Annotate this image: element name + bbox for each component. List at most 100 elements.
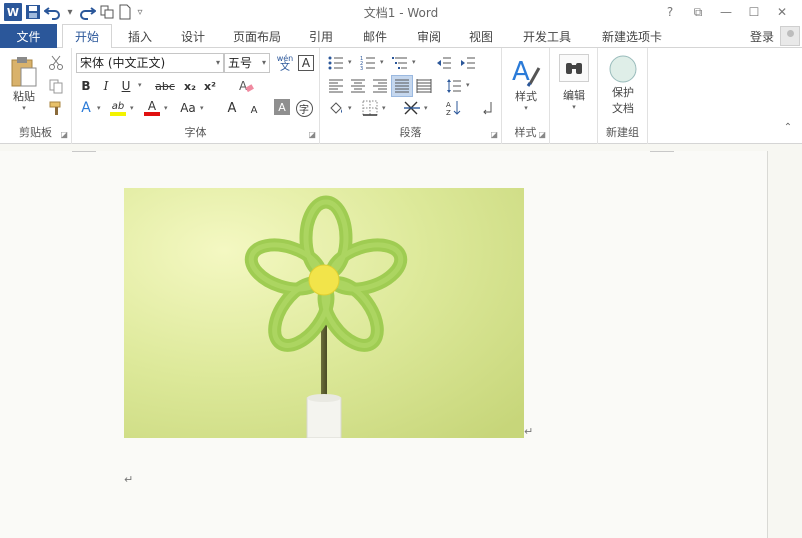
strikethrough-button[interactable]: abc <box>152 76 178 96</box>
chinese-layout-icon[interactable] <box>402 98 422 118</box>
increase-indent-icon[interactable] <box>458 53 478 73</box>
highlight-button[interactable]: ab <box>108 98 128 118</box>
flower-image[interactable] <box>124 188 524 438</box>
font-size-dropdown-icon[interactable]: ▾ <box>262 54 266 72</box>
align-right-icon[interactable] <box>370 76 390 96</box>
highlight-dropdown-icon[interactable]: ▾ <box>130 104 134 112</box>
tab-view[interactable]: 视图 <box>458 24 504 48</box>
styles-button[interactable]: A 样式 ▾ <box>508 54 544 112</box>
tab-review[interactable]: 审阅 <box>406 24 452 48</box>
editing-button[interactable]: 编辑 ▾ <box>556 54 592 111</box>
phonetic-guide-button[interactable]: wén 文 <box>275 53 295 73</box>
collapse-ribbon-icon[interactable]: ⌃ <box>778 117 798 137</box>
format-painter-icon[interactable] <box>46 98 66 118</box>
font-size-combo[interactable]: 五号 ▾ <box>224 53 270 73</box>
copy-icon[interactable] <box>46 76 66 96</box>
bold-button[interactable]: B <box>76 76 96 96</box>
text-effects-button[interactable]: A <box>76 98 96 118</box>
show-marks-icon[interactable] <box>478 98 498 118</box>
avatar[interactable] <box>780 26 800 46</box>
multilevel-list-icon[interactable] <box>390 53 410 73</box>
numbering-icon[interactable]: 123 <box>358 53 378 73</box>
multilevel-dropdown-icon[interactable]: ▾ <box>412 58 416 66</box>
clear-formatting-icon[interactable]: A <box>236 76 256 96</box>
styles-dropdown-icon[interactable]: ▾ <box>524 104 528 112</box>
shading-icon[interactable] <box>326 98 346 118</box>
enclose-char: 字 <box>295 99 313 117</box>
grow-font-button[interactable]: A <box>222 98 242 118</box>
line-spacing-dropdown-icon[interactable]: ▾ <box>466 81 470 89</box>
protect-document-button[interactable]: 保护 文档 <box>604 54 642 116</box>
paste-button[interactable]: 粘贴 ▾ <box>6 56 42 112</box>
chinese-layout-dropdown-icon[interactable]: ▾ <box>424 104 428 112</box>
group-styles: A 样式 ▾ 样式 ◪ <box>502 48 550 144</box>
italic-button[interactable]: I <box>96 76 116 96</box>
font-launcher-icon[interactable]: ◪ <box>308 130 316 139</box>
ribbon-display-options-icon[interactable]: ⧉ <box>684 2 712 22</box>
tab-page-layout[interactable]: 页面布局 <box>224 24 290 48</box>
font-color-dropdown-icon[interactable]: ▾ <box>164 104 168 112</box>
shrink-font-button[interactable]: A <box>244 100 264 120</box>
shading-dropdown-icon[interactable]: ▾ <box>348 104 352 112</box>
phonetic-char: 文 <box>280 62 290 73</box>
tab-file[interactable]: 文件 <box>0 24 57 48</box>
superscript-button[interactable]: x² <box>200 76 220 96</box>
paste-dropdown-icon[interactable]: ▾ <box>22 104 26 112</box>
font-size-value: 五号 <box>228 56 253 70</box>
binoculars-icon <box>559 54 589 82</box>
subscript-button[interactable]: x₂ <box>180 76 200 96</box>
change-case-dropdown-icon[interactable]: ▾ <box>200 104 204 112</box>
borders-dropdown-icon[interactable]: ▾ <box>382 104 386 112</box>
distributed-icon[interactable] <box>414 76 434 96</box>
close-icon[interactable]: ✕ <box>768 2 796 22</box>
paste-label: 粘贴 <box>13 90 35 103</box>
document-page[interactable]: ↵ ↵ <box>0 151 768 538</box>
decrease-indent-icon[interactable] <box>434 53 454 73</box>
tab-references[interactable]: 引用 <box>298 24 344 48</box>
vertical-scrollbar[interactable] <box>768 145 802 538</box>
editing-dropdown-icon[interactable]: ▾ <box>572 103 576 111</box>
change-case-button[interactable]: Aa <box>176 98 200 118</box>
minimize-icon[interactable]: — <box>712 2 740 22</box>
sign-in-link[interactable]: 登录 <box>750 28 774 45</box>
character-shading-button[interactable]: A <box>274 99 290 115</box>
borders-icon[interactable] <box>360 98 380 118</box>
styles-launcher-icon[interactable]: ◪ <box>538 130 546 139</box>
tab-insert[interactable]: 插入 <box>118 24 162 48</box>
help-icon[interactable]: ? <box>656 2 684 22</box>
clipboard-launcher-icon[interactable]: ◪ <box>60 130 68 139</box>
protect-document-icon <box>608 54 638 84</box>
styles-icon: A <box>510 54 542 88</box>
text-effects-dropdown-icon[interactable]: ▾ <box>97 104 101 112</box>
font-color-button[interactable]: A <box>142 98 162 118</box>
bullets-dropdown-icon[interactable]: ▾ <box>348 58 352 66</box>
ribbon: 粘贴 ▾ 剪贴板 ◪ 宋体 (中文正文) ▾ 五号 ▾ wén 文 A B I <box>0 48 802 144</box>
character-border-button[interactable]: A <box>298 55 314 71</box>
numbering-dropdown-icon[interactable]: ▾ <box>380 58 384 66</box>
cut-icon[interactable] <box>46 53 66 73</box>
bullets-icon[interactable] <box>326 53 346 73</box>
underline-dropdown-icon[interactable]: ▾ <box>138 81 142 89</box>
tab-home[interactable]: 开始 <box>62 24 112 49</box>
tab-new-tab[interactable]: 新建选项卡 <box>590 24 674 48</box>
font-name-combo[interactable]: 宋体 (中文正文) ▾ <box>76 53 224 73</box>
svg-text:A: A <box>446 101 451 109</box>
tab-developer[interactable]: 开发工具 <box>512 24 582 48</box>
paragraph-launcher-icon[interactable]: ◪ <box>490 130 498 139</box>
svg-text:A: A <box>512 57 530 87</box>
paragraph-mark-empty: ↵ <box>124 473 134 486</box>
sort-icon[interactable]: AZ <box>444 98 464 118</box>
tab-mailings[interactable]: 邮件 <box>352 24 398 48</box>
tab-design[interactable]: 设计 <box>170 24 216 48</box>
align-left-icon[interactable] <box>326 76 346 96</box>
align-center-icon[interactable] <box>348 76 368 96</box>
line-spacing-icon[interactable] <box>444 76 464 96</box>
group-new: 保护 文档 新建组 <box>598 48 648 144</box>
paragraph-mark-after-image: ↵ <box>524 425 534 438</box>
enclose-characters-button[interactable]: 字 <box>294 98 314 118</box>
editing-label: 编辑 <box>563 89 585 102</box>
underline-button[interactable]: U <box>116 76 136 96</box>
justify-icon[interactable] <box>391 75 413 97</box>
maximize-icon[interactable]: ☐ <box>740 2 768 22</box>
font-name-dropdown-icon[interactable]: ▾ <box>216 54 220 72</box>
